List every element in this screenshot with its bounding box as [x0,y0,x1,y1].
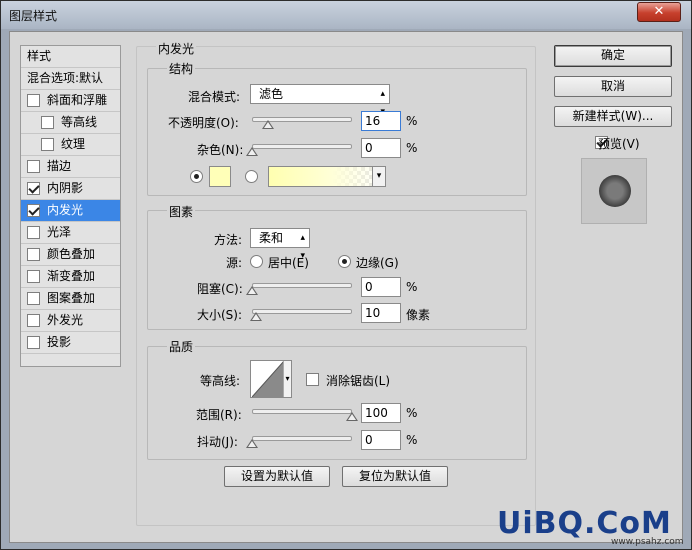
choke-label: 阻塞(C): [197,282,243,296]
choke-slider[interactable] [252,283,352,288]
range-unit: % [406,406,418,420]
gradient-overlay-checkbox[interactable] [27,270,40,283]
range-slider-thumb[interactable] [346,412,358,421]
close-button[interactable]: ✕ [637,2,681,22]
antialias-checkbox[interactable] [306,373,319,386]
jitter-input[interactable]: 0 [361,430,401,450]
style-preview [581,158,647,224]
size-slider-thumb[interactable] [250,312,262,321]
style-item-contour[interactable]: 等高线 [21,112,120,134]
technique-label: 方法: [214,233,243,247]
source-center-label[interactable]: 居中(E) [268,254,309,271]
opacity-label: 不透明度(O): [168,116,239,130]
choke-unit: % [406,280,418,294]
source-edge-label[interactable]: 边缘(G) [356,254,399,271]
style-list: 样式 混合选项:默认 斜面和浮雕 等高线 纹理 描边 内阴影 内发光 光泽 颜色… [20,45,121,367]
elements-title: 图素 [167,203,196,220]
style-item-pattern-overlay[interactable]: 图案叠加 [21,288,120,310]
inner-glow-title: 内发光 [156,40,197,57]
jitter-slider-thumb[interactable] [246,439,258,448]
title-bar[interactable]: 图层样式 ✕ [1,1,691,29]
style-item-stroke[interactable]: 描边 [21,156,120,178]
style-item-bevel-emboss[interactable]: 斜面和浮雕 [21,90,120,112]
layer-style-dialog: 图层样式 ✕ 样式 混合选项:默认 斜面和浮雕 等高线 纹理 描边 内阴影 内发… [0,0,692,550]
window-title: 图层样式 [9,9,58,23]
source-center-radio[interactable] [250,255,263,268]
watermark-logo: UiBQ.CoM [497,506,672,541]
gradient-dropdown-icon[interactable]: ▾ [372,167,385,186]
preview-thumbnail [599,175,631,207]
color-overlay-checkbox[interactable] [27,248,40,261]
cancel-button[interactable]: 取消 [554,76,672,97]
make-default-button[interactable]: 设置为默认值 [224,466,330,487]
noise-unit: % [406,141,418,155]
noise-label: 杂色(N): [197,143,244,157]
style-list-header[interactable]: 样式 [21,46,120,68]
range-slider[interactable] [252,409,352,414]
style-item-texture[interactable]: 纹理 [21,134,120,156]
inner-shadow-checkbox[interactable] [27,182,40,195]
blend-mode-dropdown[interactable]: 滤色 ▴▾ [250,84,390,117]
opacity-unit: % [406,114,418,128]
contour-picker[interactable]: ▾ [250,360,292,398]
style-item-color-overlay[interactable]: 颜色叠加 [21,244,120,266]
pattern-overlay-checkbox[interactable] [27,292,40,305]
style-item-gradient-overlay[interactable]: 渐变叠加 [21,266,120,288]
blend-mode-value: 滤色 [259,87,284,101]
style-item-drop-shadow[interactable]: 投影 [21,332,120,354]
size-label: 大小(S): [197,308,243,322]
glow-color-swatch[interactable] [209,166,231,187]
inner-glow-checkbox[interactable] [27,204,40,217]
contour-linear-icon [252,361,284,397]
style-item-inner-glow[interactable]: 内发光 [21,200,120,222]
choke-input[interactable]: 0 [361,277,401,297]
size-slider[interactable] [252,309,352,314]
color-mode-radio[interactable] [190,170,203,183]
reset-default-button[interactable]: 复位为默认值 [342,466,448,487]
style-item-outer-glow[interactable]: 外发光 [21,310,120,332]
style-item-satin[interactable]: 光泽 [21,222,120,244]
new-style-button[interactable]: 新建样式(W)... [554,106,672,127]
source-label: 源: [226,256,243,270]
contour-checkbox[interactable] [41,116,54,129]
size-unit: 像素 [406,308,431,322]
opacity-input[interactable]: 16 [361,111,401,131]
preview-label[interactable]: 预览(V) [598,135,640,152]
blend-mode-label: 混合模式: [188,90,241,104]
opacity-slider-thumb[interactable] [262,120,274,129]
noise-slider[interactable] [252,144,352,149]
antialias-label[interactable]: 消除锯齿(L) [326,372,390,389]
jitter-slider[interactable] [252,436,352,441]
range-label: 范围(R): [196,408,242,422]
gradient-picker[interactable]: ▾ [268,166,386,187]
structure-title: 结构 [167,60,196,77]
source-edge-radio[interactable] [338,255,351,268]
gradient-mode-radio[interactable] [245,170,258,183]
watermark-url: www.psahz.com [611,537,684,547]
contour-dropdown-icon[interactable]: ▾ [283,361,291,397]
ok-button[interactable]: 确定 [554,45,672,67]
technique-value: 柔和 [259,231,284,245]
satin-checkbox[interactable] [27,226,40,239]
stroke-checkbox[interactable] [27,160,40,173]
blend-options-item[interactable]: 混合选项:默认 [21,68,120,90]
noise-slider-thumb[interactable] [246,147,258,156]
jitter-unit: % [406,433,418,447]
contour-label: 等高线: [200,374,241,388]
technique-dropdown[interactable]: 柔和 ▴ ▾ [250,228,310,261]
choke-slider-thumb[interactable] [246,286,258,295]
style-item-inner-shadow[interactable]: 内阴影 [21,178,120,200]
texture-checkbox[interactable] [41,138,54,151]
dialog-body: 样式 混合选项:默认 斜面和浮雕 等高线 纹理 描边 内阴影 内发光 光泽 颜色… [9,31,683,543]
drop-shadow-checkbox[interactable] [27,336,40,349]
bevel-emboss-checkbox[interactable] [27,94,40,107]
size-input[interactable]: 10 [361,303,401,323]
quality-title: 品质 [167,338,196,355]
outer-glow-checkbox[interactable] [27,314,40,327]
range-input[interactable]: 100 [361,403,401,423]
jitter-label: 抖动(J): [197,435,238,449]
noise-input[interactable]: 0 [361,138,401,158]
